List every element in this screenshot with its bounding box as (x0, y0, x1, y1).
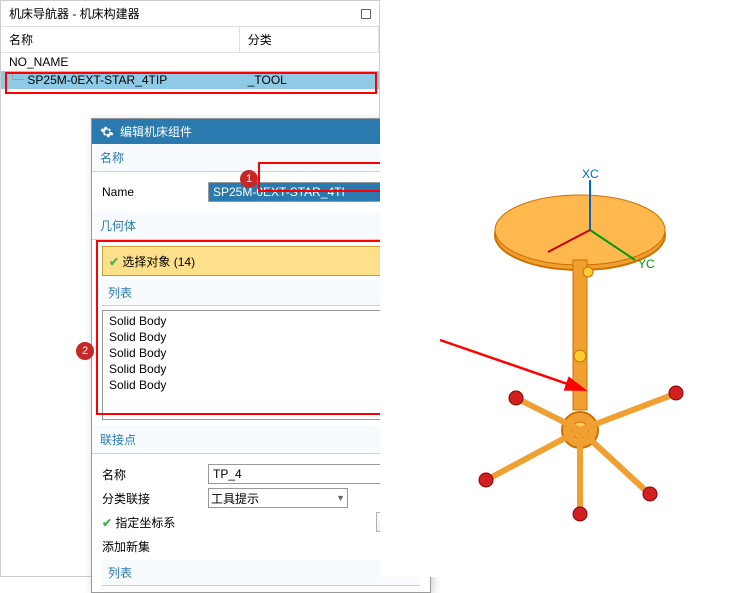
axis-x-label: XC (582, 167, 599, 181)
addnew-label: 添加新集 (102, 538, 150, 555)
navigator-titlebar: 机床导航器 - 机床构建器 (1, 1, 379, 27)
tree-item-category: _TOOL (240, 71, 379, 89)
section-name-label: 名称 (100, 149, 124, 166)
junction-list-subheader[interactable]: 列表 ﹀ (102, 560, 420, 586)
3d-viewport[interactable]: XC YC (380, 0, 755, 577)
tree-item-label: SP25M-0EXT-STAR_4TIP (27, 73, 167, 87)
check-icon: ✔ (109, 255, 119, 269)
list-item[interactable]: Solid Body (105, 377, 383, 393)
arrow-annotation (435, 335, 595, 405)
gear-icon (100, 125, 114, 139)
list-subheader[interactable]: 列表 ︿ (102, 280, 420, 306)
axis-y-label: YC (638, 257, 655, 271)
select-objects-row[interactable]: ✔ 选择对象 (14) (102, 246, 420, 276)
list-item[interactable]: Solid Body (105, 313, 383, 329)
csys-label: 指定坐标系 (115, 516, 175, 530)
chevron-down-icon: ▼ (336, 493, 345, 503)
name-label: Name (102, 185, 202, 199)
navigator-title: 机床导航器 - 机床构建器 (9, 5, 140, 22)
junction-list-label: 列表 (108, 564, 132, 581)
classify-select[interactable]: 工具提示 ▼ (208, 488, 348, 508)
classify-value: 工具提示 (211, 490, 259, 507)
table-row[interactable]: └─ SP25M-0EXT-STAR_4TIP _TOOL (1, 71, 379, 89)
maximize-icon[interactable] (361, 9, 371, 19)
list-label: 列表 (108, 284, 132, 301)
junction-name-label: 名称 (102, 466, 202, 483)
select-objects-label: 选择对象 (14) (122, 255, 195, 269)
list-items[interactable]: Solid Body Solid Body Solid Body Solid B… (103, 311, 385, 419)
callout-1: 1 (240, 170, 258, 188)
table-row[interactable]: NO_NAME (1, 53, 379, 71)
geometry-list: Solid Body Solid Body Solid Body Solid B… (102, 310, 420, 420)
dialog-title: 编辑机床组件 (120, 123, 192, 140)
section-geometry-label: 几何体 (100, 217, 136, 234)
tree-line-icon: └─ (9, 73, 23, 87)
classify-label: 分类联接 (102, 490, 202, 507)
section-junction-label: 联接点 (100, 431, 136, 448)
list-item[interactable]: Solid Body (105, 345, 383, 361)
check-icon: ✔ (102, 516, 112, 530)
navigator-columns: 名称 分类 (1, 27, 379, 53)
column-name[interactable]: 名称 (1, 27, 240, 52)
callout-2: 2 (76, 342, 94, 360)
probe-model: XC YC (380, 0, 755, 577)
list-item[interactable]: Solid Body (105, 329, 383, 345)
tree-item-category (240, 53, 379, 71)
column-category[interactable]: 分类 (240, 27, 379, 52)
list-item[interactable]: Solid Body (105, 361, 383, 377)
tree-item-label: NO_NAME (9, 55, 68, 69)
